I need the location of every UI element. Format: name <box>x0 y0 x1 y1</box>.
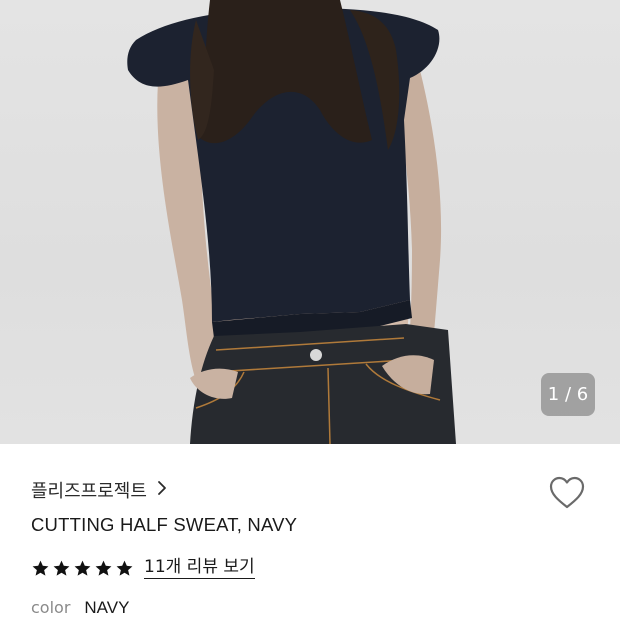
star-filled-icon <box>53 560 70 576</box>
wishlist-button[interactable] <box>548 475 586 511</box>
page-indicator: 1 / 6 <box>541 373 595 416</box>
color-value: NAVY <box>84 598 130 617</box>
color-option: color NAVY <box>31 598 129 618</box>
chevron-right-icon <box>157 480 167 500</box>
rating-row: 11개 리뷰 보기 <box>31 556 255 580</box>
brand-name: 플리즈프로젝트 <box>31 481 147 502</box>
brand-link[interactable]: 플리즈프로젝트 <box>31 478 167 502</box>
star-filled-icon <box>32 560 49 576</box>
rating-stars <box>31 559 134 578</box>
star-filled-icon <box>74 560 91 576</box>
review-link[interactable]: 11개 리뷰 보기 <box>144 557 255 579</box>
star-filled-icon <box>116 560 133 576</box>
product-image-gallery[interactable]: 1 / 6 <box>0 0 620 444</box>
heart-outline-icon <box>549 476 585 509</box>
star-filled-icon <box>95 560 112 576</box>
product-photo <box>127 0 456 444</box>
color-label: color <box>31 598 71 617</box>
product-title: CUTTING HALF SWEAT, NAVY <box>31 514 298 535</box>
